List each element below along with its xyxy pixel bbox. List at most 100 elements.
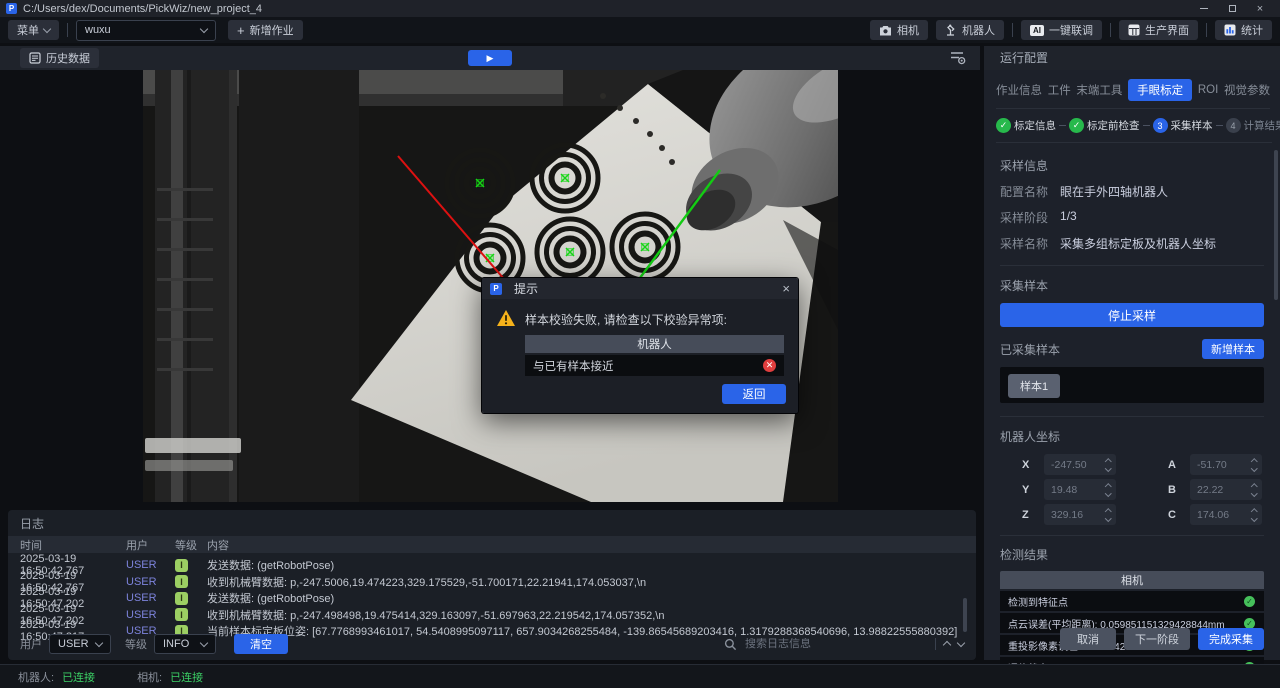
coord-z-input[interactable]: 329.16 — [1044, 504, 1116, 525]
dialog-header: P 提示 × — [482, 278, 798, 299]
chevron-down-icon — [200, 638, 208, 646]
add-job-label: 新增作业 — [250, 22, 294, 38]
stop-sampling-button[interactable]: 停止采样 — [1000, 303, 1264, 327]
one-key-connect-button[interactable]: AI 一键联调 — [1021, 20, 1102, 40]
error-icon: ✕ — [763, 359, 776, 372]
stepper-down-icon — [1251, 515, 1257, 521]
level-filter-value: INFO — [163, 638, 189, 650]
robot-status-label: 机器人: — [18, 669, 54, 685]
filter-settings-icon — [949, 50, 966, 65]
search-nav-separator — [935, 638, 936, 650]
step-label: 采集样本 — [1171, 118, 1213, 133]
user-filter-label: 用户 — [20, 636, 42, 652]
user-filter-select[interactable]: USER — [49, 634, 111, 654]
log-user: USER — [126, 592, 175, 604]
production-view-button[interactable]: 生产界面 — [1119, 20, 1198, 40]
warning-dialog: P 提示 × 样本校验失败, 请检查以下校验异常项: 机器人 与已有样本接近 ✕… — [482, 278, 798, 413]
play-button[interactable]: ▶ — [468, 50, 512, 66]
info-level-icon: I — [175, 559, 188, 572]
log-scrollbar[interactable] — [963, 598, 967, 632]
stepper-up-icon — [1105, 483, 1111, 489]
chevron-down-icon — [95, 638, 103, 646]
log-search-input[interactable] — [745, 638, 927, 650]
add-sample-button[interactable]: 新增样本 — [1202, 339, 1264, 359]
maximize-button[interactable] — [1218, 0, 1246, 17]
camera-button[interactable]: 相机 — [870, 20, 928, 40]
log-col-level: 等级 — [175, 537, 207, 553]
chevron-down-icon — [200, 24, 208, 32]
coord-y-input[interactable]: 19.48 — [1044, 479, 1116, 500]
tab-workpiece[interactable]: 工件 — [1048, 82, 1071, 98]
dialog-body: 样本校验失败, 请检查以下校验异常项: 机器人 与已有样本接近 ✕ 返回 — [482, 299, 798, 413]
info-level-icon: I — [175, 575, 188, 588]
stepper[interactable] — [1106, 509, 1117, 521]
camera-button-label: 相机 — [897, 22, 919, 38]
level-filter-label: 等级 — [125, 636, 147, 652]
status-bar: 机器人: 已连接 相机: 已连接 — [0, 664, 1280, 688]
coord-x-input[interactable]: -247.50 — [1044, 454, 1116, 475]
coord-value: 174.06 — [1197, 509, 1229, 521]
dialog-close-button[interactable]: × — [782, 282, 790, 295]
job-select[interactable]: wuxu — [76, 20, 216, 41]
next-stage-button[interactable]: 下一阶段 — [1124, 628, 1190, 650]
info-level-icon: I — [175, 592, 188, 605]
tab-end-tool[interactable]: 末端工具 — [1076, 82, 1122, 98]
section-divider — [1000, 535, 1264, 536]
app-logo-icon: P — [6, 3, 17, 14]
coord-value: 22.22 — [1197, 484, 1223, 496]
log-controls: 用户 USER 等级 INFO 清空 — [8, 633, 976, 655]
calibration-target — [447, 150, 513, 216]
info-value: 采集多组标定板及机器人坐标 — [1060, 235, 1216, 252]
stepper[interactable] — [1106, 459, 1117, 471]
cancel-button[interactable]: 取消 — [1060, 628, 1116, 650]
log-content: 收到机械臂数据: p,-247.498498,19.475414,329.163… — [207, 607, 976, 623]
stats-button[interactable]: 统计 — [1215, 20, 1272, 40]
coord-value: -51.70 — [1197, 459, 1227, 471]
step-done-icon: ✓ — [1069, 118, 1084, 133]
menu-button[interactable]: 菜单 — [8, 20, 59, 40]
display-settings-button[interactable] — [949, 50, 966, 70]
step-connector — [1143, 125, 1150, 126]
coord-value: 19.48 — [1051, 484, 1077, 496]
robot-arm-icon — [945, 24, 957, 36]
close-button[interactable]: × — [1246, 0, 1274, 17]
back-button[interactable]: 返回 — [722, 384, 786, 404]
minimize-icon — [1200, 8, 1208, 9]
clear-log-button[interactable]: 清空 — [234, 634, 288, 654]
level-filter-select[interactable]: INFO — [154, 634, 216, 654]
log-content: 发送数据: (getRobotPose) — [207, 590, 976, 606]
coord-b-input[interactable]: 22.22 — [1190, 479, 1262, 500]
coord-c-input[interactable]: 174.06 — [1190, 504, 1262, 525]
log-content: 发送数据: (getRobotPose) — [207, 557, 976, 573]
history-doc-icon — [29, 52, 41, 64]
finish-collect-button[interactable]: 完成采集 — [1198, 628, 1264, 650]
search-prev-icon[interactable] — [943, 641, 951, 649]
plus-icon: + — [237, 24, 245, 37]
robot-coords-title: 机器人坐标 — [1000, 428, 1264, 445]
step-label: 标定前检查 — [1087, 118, 1140, 133]
stepper-up-icon — [1251, 458, 1257, 464]
tab-job-info[interactable]: 作业信息 — [996, 82, 1042, 98]
robot-button[interactable]: 机器人 — [936, 20, 1004, 40]
search-next-icon[interactable] — [957, 639, 965, 647]
toolbar-separator — [67, 23, 68, 37]
add-job-button[interactable]: + 新增作业 — [228, 20, 303, 40]
tab-hand-eye-calibration[interactable]: 手眼标定 — [1128, 79, 1192, 101]
collected-samples-title: 已采集样本 — [1000, 341, 1060, 358]
sample-chip[interactable]: 样本1 — [1008, 374, 1060, 398]
info-row: 配置名称 眼在手外四轴机器人 — [1000, 183, 1264, 200]
history-data-button[interactable]: 历史数据 — [20, 48, 99, 68]
coord-a-input[interactable]: -51.70 — [1190, 454, 1262, 475]
stepper[interactable] — [1252, 459, 1263, 471]
stepper-down-icon — [1105, 515, 1111, 521]
stepper[interactable] — [1252, 509, 1263, 521]
stepper[interactable] — [1252, 484, 1263, 496]
panel-content: 采样信息 配置名称 眼在手外四轴机器人 采样阶段 1/3 采样名称 采集多组标定… — [984, 157, 1280, 688]
stepper-down-icon — [1251, 465, 1257, 471]
tab-vision-params[interactable]: 视觉参数 — [1224, 82, 1270, 98]
panel-scrollbar[interactable] — [1274, 150, 1278, 300]
minimize-button[interactable] — [1190, 0, 1218, 17]
sampling-info-title: 采样信息 — [1000, 157, 1264, 174]
tab-roi[interactable]: ROI — [1198, 84, 1218, 96]
stepper[interactable] — [1106, 484, 1117, 496]
